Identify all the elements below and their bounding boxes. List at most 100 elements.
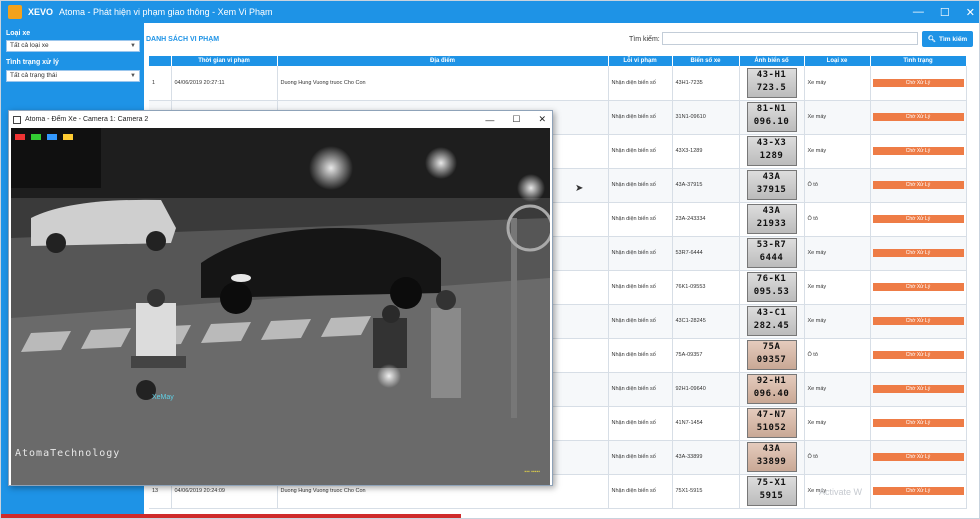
cell-plate: 31N1-09610 bbox=[672, 100, 740, 135]
cell-vehicle-type: Xe máy bbox=[804, 134, 871, 169]
status-filter-select[interactable]: Tất cả trạng thái ▼ bbox=[6, 70, 140, 82]
status-badge[interactable]: Chờ Xử Lý bbox=[872, 249, 964, 257]
plate-image[interactable]: 81-N1 096.10 bbox=[746, 102, 797, 132]
column-header[interactable]: Ảnh biển số bbox=[739, 56, 805, 66]
title-bar: XEVO Atoma - Phát hiện vi phạm giao thôn… bbox=[1, 1, 979, 23]
status-badge[interactable]: Chờ Xử Lý bbox=[872, 113, 964, 121]
status-badge[interactable]: Chờ Xử Lý bbox=[872, 453, 964, 461]
column-header[interactable]: Biển số xe bbox=[672, 56, 740, 66]
status-badge[interactable]: Chờ Xử Lý bbox=[872, 317, 964, 325]
vehicle-type-select[interactable]: Tất cả loại xe ▼ bbox=[6, 40, 140, 52]
column-header[interactable]: Loại xe bbox=[804, 56, 871, 66]
plate-line-2: 21933 bbox=[756, 219, 787, 229]
cell-status: Chờ Xử Lý bbox=[870, 304, 967, 339]
status-badge[interactable]: Chờ Xử Lý bbox=[872, 283, 964, 291]
close-icon[interactable]: ✕ bbox=[538, 114, 546, 125]
column-header[interactable]: Lỗi vi phạm bbox=[608, 56, 673, 66]
table-row[interactable]: 1 04/06/2019 20:27:11 Duong Hung Vuong tru… bbox=[149, 66, 967, 101]
app-name: XEVO bbox=[28, 7, 54, 17]
status-badge[interactable]: Chờ Xử Lý bbox=[872, 419, 964, 427]
minimize-icon[interactable]: — bbox=[485, 115, 494, 125]
plate-line-1: 47-N7 bbox=[756, 410, 787, 420]
cell-vehicle-type: Ô tô bbox=[804, 338, 871, 373]
maximize-icon[interactable]: ☐ bbox=[512, 114, 520, 125]
plate-line-2: 5915 bbox=[759, 491, 784, 501]
status-badge[interactable]: Chờ Xử Lý bbox=[872, 215, 964, 223]
status-badge[interactable]: Chờ Xử Lý bbox=[872, 385, 964, 393]
column-header[interactable] bbox=[149, 56, 172, 66]
plate-image[interactable]: 76-K1 095.53 bbox=[746, 272, 797, 302]
cell-status: Chờ Xử Lý bbox=[870, 338, 967, 373]
status-badge[interactable]: Chờ Xử Lý bbox=[872, 147, 964, 155]
cell-violation: Nhận diện biển số bbox=[608, 66, 673, 101]
cell-plate-image: 53-R7 6444 bbox=[739, 236, 805, 271]
cell-plate-image: 47-N7 51052 bbox=[739, 406, 805, 441]
plate-image[interactable]: 43A 37915 bbox=[746, 170, 797, 200]
plate-line-1: 81-N1 bbox=[756, 104, 787, 114]
status-badge[interactable]: Chờ Xử Lý bbox=[872, 487, 964, 495]
cell-vehicle-type: Xe máy bbox=[804, 372, 871, 407]
plate-line-2: 09357 bbox=[756, 355, 787, 365]
window-controls: — ☐ ✕ bbox=[913, 1, 975, 23]
plate-image[interactable]: 43A 21933 bbox=[746, 204, 797, 234]
cell-plate: 75X1-5915 bbox=[672, 474, 740, 509]
status-badge[interactable]: Chờ Xử Lý bbox=[872, 181, 964, 189]
plate-line-2: 37915 bbox=[756, 185, 787, 195]
cell-violation: Nhận diện biển số bbox=[608, 406, 673, 441]
cell-vehicle-type: Ô tô bbox=[804, 168, 871, 203]
cell-status: Chờ Xử Lý bbox=[870, 100, 967, 135]
cell-plate: 41N7-1454 bbox=[672, 406, 740, 441]
cell-violation: Nhận diện biển số bbox=[608, 100, 673, 135]
plate-image[interactable]: 92-H1 096.40 bbox=[746, 374, 797, 404]
plate-line-2: 33899 bbox=[756, 457, 787, 467]
column-header[interactable]: Thời gian vi phạm bbox=[171, 56, 278, 66]
status-filter-label: Tình trạng xử lý bbox=[6, 59, 59, 66]
table-header-row: Thời gian vi phạm Địa điểm Lỗi vi phạm B… bbox=[149, 56, 967, 66]
plate-image[interactable]: 75-X1 5915 bbox=[746, 476, 797, 506]
cell-violation: Nhận diện biển số bbox=[608, 440, 673, 475]
minimize-icon[interactable]: — bbox=[913, 6, 924, 18]
cell-vehicle-type: Xe máy bbox=[804, 304, 871, 339]
search-button[interactable]: 🔍︎ Tìm kiếm bbox=[922, 31, 973, 47]
plate-image[interactable]: 47-N7 51052 bbox=[746, 408, 797, 438]
plate-line-1: 43A bbox=[762, 172, 781, 182]
status-filter-value: Tất cả trạng thái bbox=[10, 72, 57, 79]
cell-vehicle-type: Xe máy bbox=[804, 100, 871, 135]
plate-line-1: 76-K1 bbox=[756, 274, 787, 284]
maximize-icon[interactable]: ☐ bbox=[940, 6, 950, 19]
plate-image[interactable]: 43-H1 723.5 bbox=[746, 67, 797, 98]
cell-vehicle-type: Xe máy bbox=[804, 236, 871, 271]
cell-plate-image: 43A 21933 bbox=[739, 202, 805, 237]
search-input[interactable] bbox=[662, 32, 918, 45]
status-badge[interactable]: Chờ Xử Lý bbox=[872, 78, 964, 87]
column-header[interactable]: Địa điểm bbox=[277, 56, 609, 66]
cell-plate: 75A-09357 bbox=[672, 338, 740, 373]
cell-violation: Nhận diện biển số bbox=[608, 304, 673, 339]
cell-status: Chờ Xử Lý bbox=[870, 168, 967, 203]
cell-plate: 23A-243334 bbox=[672, 202, 740, 237]
plate-image[interactable]: 43A 33899 bbox=[746, 442, 797, 472]
cell-status: Chờ Xử Lý bbox=[870, 66, 967, 101]
cell-plate-image: 75A 09357 bbox=[739, 338, 805, 373]
cell-time: 04/06/2019 20:27:11 bbox=[171, 66, 278, 101]
cell-plate: 43A-37915 bbox=[672, 168, 740, 203]
plate-image[interactable]: 53-R7 6444 bbox=[746, 238, 797, 268]
cell-vehicle-type: Xe máy bbox=[804, 66, 871, 101]
cell-plate-image: 81-N1 096.10 bbox=[739, 100, 805, 135]
plate-image[interactable]: 75A 09357 bbox=[746, 340, 797, 370]
cell-violation: Nhận diện biển số bbox=[608, 134, 673, 169]
plate-line-2: 51052 bbox=[756, 423, 787, 433]
cell-vehicle-type: Xe máy bbox=[804, 406, 871, 441]
plate-line-1: 43A bbox=[762, 444, 781, 454]
close-icon[interactable]: ✕ bbox=[966, 6, 975, 19]
plate-line-2: 095.53 bbox=[753, 287, 790, 297]
column-header[interactable]: Tình trạng bbox=[870, 56, 967, 66]
cell-status: Chờ Xử Lý bbox=[870, 474, 967, 509]
cell-location: Duong Hung Vuong truoc Cho Con bbox=[277, 66, 609, 101]
cell-violation: Nhận diện biển số bbox=[608, 338, 673, 373]
cell-plate-image: 43-C1 282.45 bbox=[739, 304, 805, 339]
plate-image[interactable]: 43-X3 1289 bbox=[746, 136, 797, 166]
cell-plate-image: 75-X1 5915 bbox=[739, 474, 805, 509]
plate-image[interactable]: 43-C1 282.45 bbox=[746, 306, 797, 336]
status-badge[interactable]: Chờ Xử Lý bbox=[872, 351, 964, 359]
